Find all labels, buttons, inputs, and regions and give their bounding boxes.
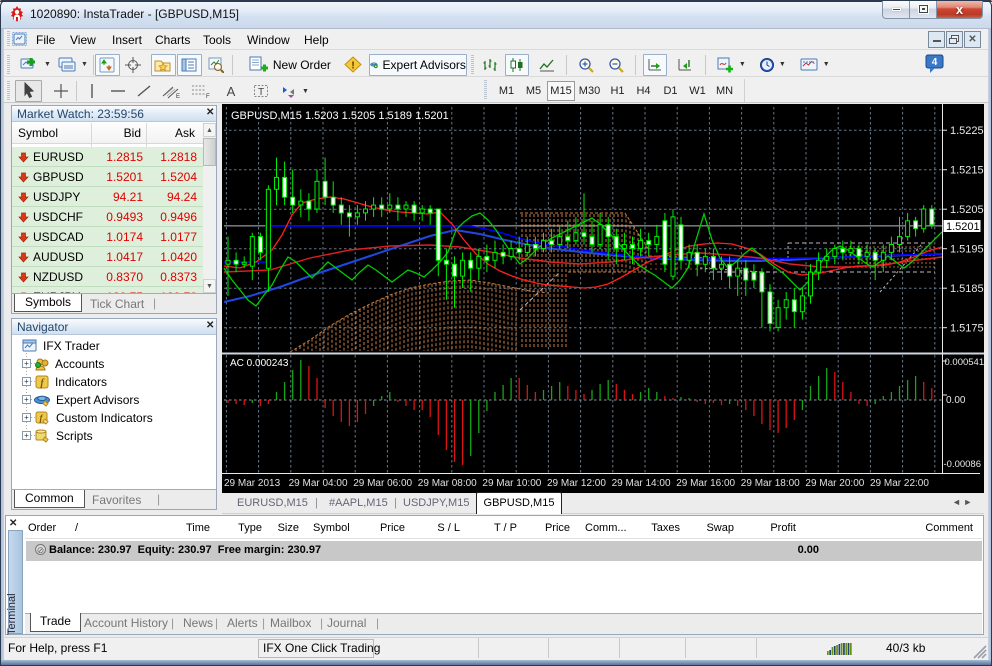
svg-text:29 Mar 10:00: 29 Mar 10:00 bbox=[482, 478, 541, 489]
svg-text:T: T bbox=[258, 87, 264, 98]
svg-text:29 Mar 22:00: 29 Mar 22:00 bbox=[870, 478, 929, 489]
svg-text:1.5215: 1.5215 bbox=[950, 165, 984, 177]
svg-text:4: 4 bbox=[932, 57, 938, 68]
svg-text:1.5195: 1.5195 bbox=[950, 244, 984, 256]
svg-text:29 Mar 16:00: 29 Mar 16:00 bbox=[676, 478, 735, 489]
svg-text:-0.00086: -0.00086 bbox=[944, 459, 982, 470]
svg-text:29 Mar 20:00: 29 Mar 20:00 bbox=[805, 478, 864, 489]
svg-text:GBPUSD,M15 1.5203 1.5205 1.51: GBPUSD,M15 1.5203 1.5205 1.5189 1.5201 bbox=[231, 110, 449, 122]
svg-text:29 Mar 08:00: 29 Mar 08:00 bbox=[418, 478, 477, 489]
svg-text:1.5225: 1.5225 bbox=[950, 125, 984, 137]
svg-text:F: F bbox=[206, 94, 210, 99]
svg-text:29 Mar 14:00: 29 Mar 14:00 bbox=[612, 478, 671, 489]
svg-text:1.5175: 1.5175 bbox=[950, 323, 984, 335]
svg-text:29 Mar 06:00: 29 Mar 06:00 bbox=[353, 478, 412, 489]
svg-text:29 Mar 12:00: 29 Mar 12:00 bbox=[547, 478, 606, 489]
svg-text:1.5205: 1.5205 bbox=[950, 204, 984, 216]
svg-text:0.00: 0.00 bbox=[946, 395, 966, 406]
svg-text:A: A bbox=[226, 84, 235, 99]
svg-text:29 Mar 2013: 29 Mar 2013 bbox=[224, 478, 281, 489]
svg-text:AC 0.000243: AC 0.000243 bbox=[230, 358, 289, 369]
svg-text:E: E bbox=[176, 94, 180, 99]
svg-text:29 Mar 18:00: 29 Mar 18:00 bbox=[741, 478, 800, 489]
svg-text:29 Mar 04:00: 29 Mar 04:00 bbox=[289, 478, 348, 489]
svg-text:1.5185: 1.5185 bbox=[950, 283, 984, 295]
svg-text:1.5201: 1.5201 bbox=[946, 221, 980, 233]
svg-text:!: ! bbox=[351, 61, 354, 72]
svg-text:0.000541: 0.000541 bbox=[945, 357, 985, 368]
